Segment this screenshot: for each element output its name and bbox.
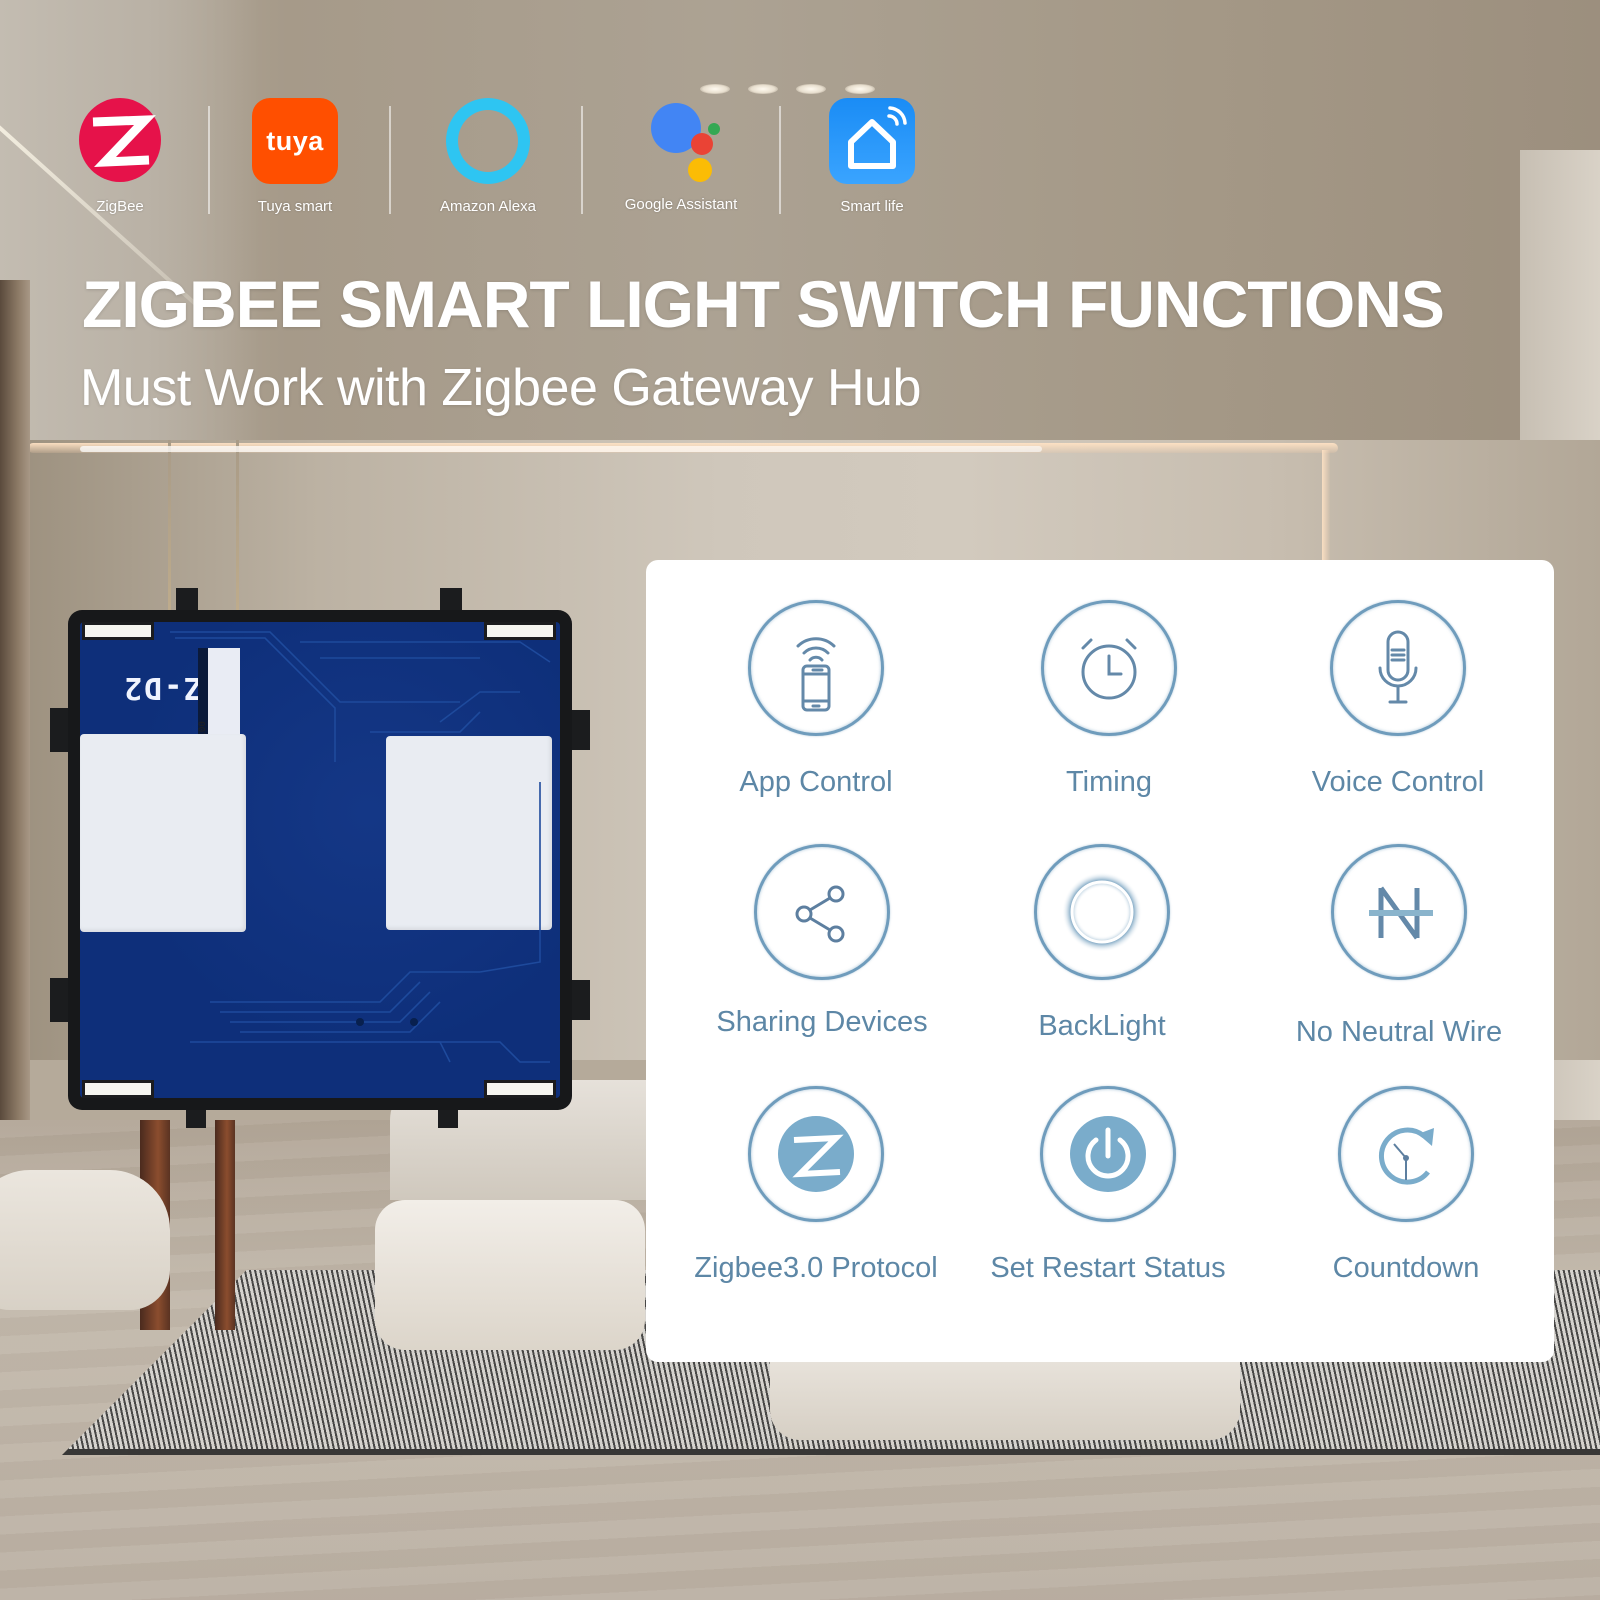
backlight-ring-icon: [1034, 844, 1170, 980]
switch-module-photo: Z-D2 2 :8. 100 94V-0: [50, 588, 590, 1128]
zigbee-icon: [748, 1086, 884, 1222]
frame-latch: [484, 622, 556, 640]
separator: [208, 106, 210, 214]
page-subtitle: Must Work with Zigbee Gateway Hub: [80, 359, 921, 417]
feature-app-control: App Control: [666, 600, 966, 799]
power-icon: [1040, 1086, 1176, 1222]
features-card: App Control Timing Voice Control Sharing…: [646, 560, 1554, 1362]
countdown-icon: [1338, 1086, 1474, 1222]
alarm-clock-icon: [1041, 600, 1177, 736]
ecosystem-label: Amazon Alexa: [440, 198, 536, 215]
pcb-traces: [170, 631, 551, 1063]
tuya-logo-icon: tuya: [252, 98, 338, 184]
frame-latch: [82, 622, 154, 640]
feature-label: Zigbee3.0 Protocol: [694, 1252, 938, 1284]
alexa-logo-icon: [445, 98, 531, 184]
ecosystem-item-zigbee: ZigBee: [40, 98, 200, 215]
ecosystem-item-smart-life: Smart life: [792, 98, 952, 215]
page-title: ZIGBEE SMART LIGHT SWITCH FUNCTIONS: [82, 267, 1445, 341]
ecosystem-label: ZigBee: [96, 198, 144, 215]
feature-sharing-devices: Sharing Devices: [672, 844, 972, 1039]
frame-latch: [82, 1080, 154, 1098]
separator: [581, 106, 583, 214]
feature-label: No Neutral Wire: [1295, 1016, 1503, 1048]
ecosystem-label: Google Assistant: [624, 196, 738, 213]
zigbee-logo-icon: [77, 98, 163, 184]
curtain: [0, 280, 30, 1180]
ecosystem-item-google-assistant: Google Assistant: [601, 98, 761, 213]
ecosystem-item-tuya: tuya Tuya smart: [215, 98, 375, 215]
share-icon: [754, 844, 890, 980]
feature-countdown: Countdown: [1256, 1086, 1556, 1285]
sofa-seat: [375, 1200, 645, 1350]
feature-label: Countdown: [1332, 1252, 1480, 1284]
smart-life-logo-icon: [829, 98, 915, 184]
ecosystem-logos: ZigBee tuya Tuya smart Amazon Alexa Goog…: [0, 0, 1000, 240]
feature-no-neutral-wire: No Neutral Wire: [1249, 844, 1549, 1049]
separator: [389, 106, 391, 214]
ecosystem-label: Smart life: [840, 198, 904, 215]
feature-voice-control: Voice Control: [1248, 600, 1548, 799]
ecosystem-item-alexa: Amazon Alexa: [408, 98, 568, 215]
ecosystem-label: Tuya smart: [257, 198, 333, 215]
side-table-leg: [215, 1120, 235, 1330]
feature-label: Timing: [1066, 766, 1152, 798]
feature-label: BackLight: [1038, 1010, 1166, 1042]
feature-backlight: BackLight: [952, 844, 1252, 1043]
no-neutral-icon: [1331, 844, 1467, 980]
feature-zigbee-protocol: Zigbee3.0 Protocol: [666, 1086, 966, 1285]
phone-wifi-icon: [748, 600, 884, 736]
google-assistant-logo-icon: [638, 98, 724, 184]
title-underline: [80, 446, 1042, 452]
feature-label: Set Restart Status: [990, 1252, 1226, 1284]
feature-timing: Timing: [959, 600, 1259, 799]
feature-label: App Control: [739, 766, 893, 798]
cove-light-vertical: [1322, 450, 1330, 560]
pouf: [0, 1170, 170, 1310]
frame-latch: [484, 1080, 556, 1098]
feature-set-restart-status: Set Restart Status: [958, 1086, 1258, 1285]
separator: [779, 106, 781, 214]
feature-label: Voice Control: [1311, 766, 1485, 798]
feature-label: Sharing Devices: [716, 1006, 928, 1038]
microphone-icon: [1330, 600, 1466, 736]
